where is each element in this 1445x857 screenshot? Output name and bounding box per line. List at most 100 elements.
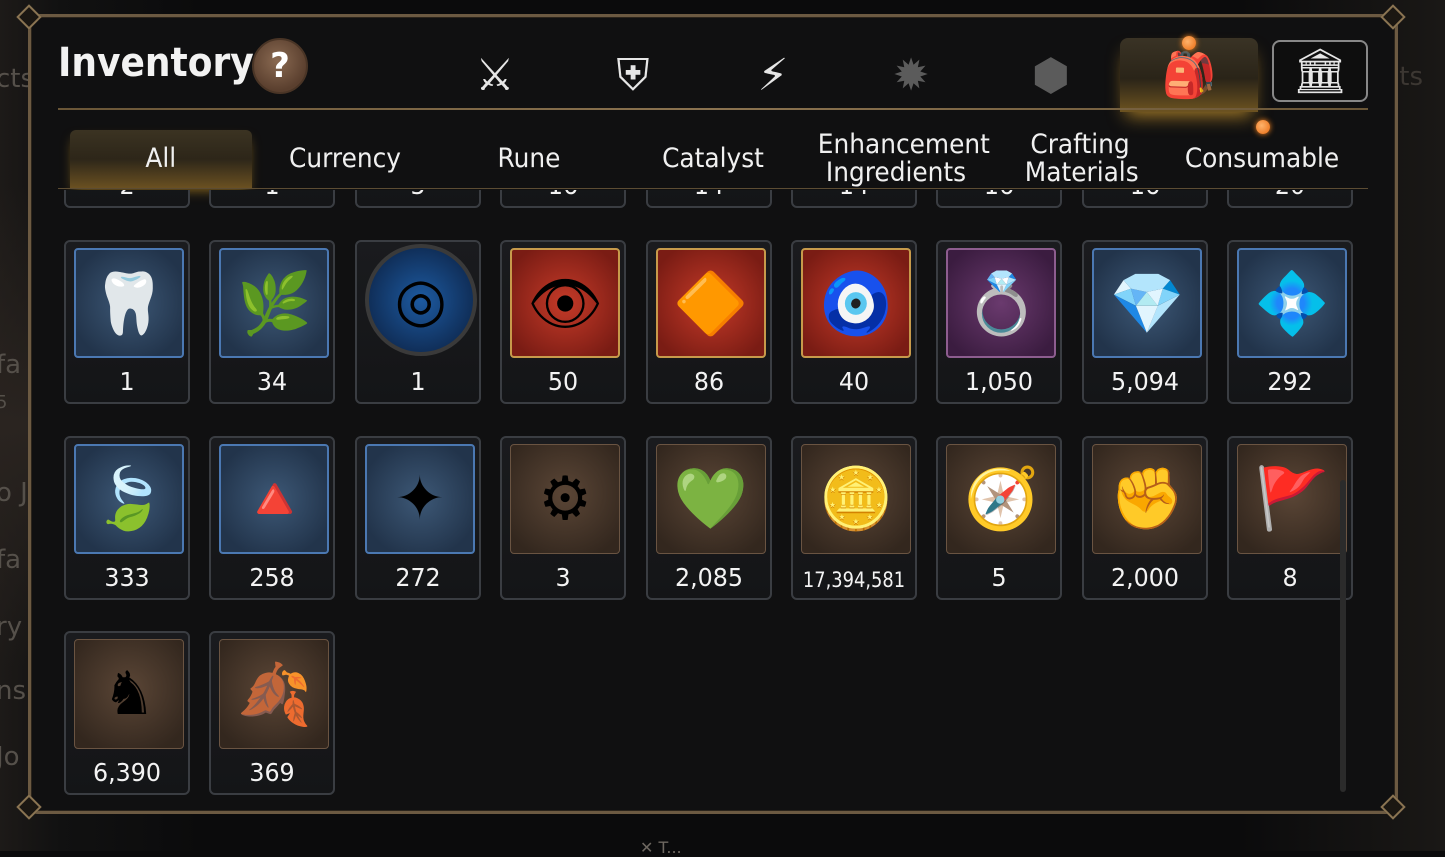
amulet-icon: 🧿 bbox=[801, 248, 911, 358]
item-count: 14 bbox=[796, 190, 912, 200]
item-slot-partial[interactable]: 20 bbox=[1227, 190, 1354, 208]
item-count: 5,094 bbox=[1110, 367, 1179, 396]
item-slot-partial[interactable]: 1 bbox=[209, 190, 336, 208]
green-leaf-icon: 🍃 bbox=[74, 443, 184, 554]
item-count: 6,390 bbox=[92, 758, 161, 787]
item-slot[interactable]: ✦ 272 bbox=[354, 435, 481, 600]
background-bottom-fragment: ✕ T... bbox=[640, 838, 682, 857]
bg-text: 5 bbox=[0, 392, 8, 413]
item-slot[interactable]: ♞ 6,390 bbox=[64, 631, 190, 795]
bg-text: o J bbox=[0, 478, 28, 508]
item-slot[interactable]: 🌿 34 bbox=[209, 240, 336, 404]
item-count: 292 bbox=[1267, 367, 1313, 396]
background-left-fragments: cts fa 5 o J fa ry ns Jo bbox=[0, 0, 34, 851]
item-count: 40 bbox=[838, 367, 870, 396]
item-slot[interactable]: ⚙ 3 bbox=[500, 435, 627, 600]
item-count: 8 bbox=[1282, 562, 1298, 592]
item-count: 20 bbox=[1232, 190, 1348, 200]
item-count: 272 bbox=[395, 562, 441, 592]
help-button[interactable]: ? bbox=[252, 38, 308, 94]
item-slot-partial[interactable]: 5 bbox=[354, 190, 481, 208]
tab-all[interactable]: All bbox=[70, 130, 252, 188]
fang-icon: 🦷 bbox=[74, 248, 184, 358]
item-slot[interactable]: 🍂 369 bbox=[209, 631, 336, 795]
bg-text: fa bbox=[0, 350, 22, 380]
item-slot[interactable]: 🚩 8 bbox=[1227, 435, 1354, 600]
item-slot[interactable]: 🍃 333 bbox=[64, 435, 190, 600]
item-count: 5 bbox=[991, 562, 1007, 592]
fist-emblem-icon: ✊ bbox=[1091, 443, 1202, 554]
category-equipment-button[interactable]: ⚔ bbox=[450, 40, 540, 110]
item-count: 2,000 bbox=[1110, 562, 1179, 592]
star-amulet-icon: ✦ bbox=[364, 443, 475, 554]
item-slot[interactable]: 🧭 5 bbox=[936, 435, 1063, 600]
red-leaf-icon: 🍂 bbox=[219, 639, 330, 749]
item-count: 1 bbox=[119, 367, 135, 396]
item-slot[interactable]: 💎 5,094 bbox=[1081, 240, 1208, 404]
bg-text: Jo bbox=[0, 742, 20, 772]
item-count: 369 bbox=[249, 758, 296, 787]
burst-icon: ✹ bbox=[892, 49, 930, 101]
item-slot[interactable]: 🧿 40 bbox=[791, 240, 917, 404]
ring-icon: 💍 bbox=[946, 248, 1057, 358]
lightning-icon: ⚡ bbox=[757, 49, 789, 101]
rune-disc-icon: ◎ bbox=[364, 244, 477, 356]
item-slot-partial[interactable]: 16 bbox=[500, 190, 627, 208]
tab-label: All bbox=[145, 143, 177, 174]
item-count: 16 bbox=[505, 190, 621, 200]
tab-label: Enhancement Ingredients bbox=[817, 129, 990, 188]
header-divider bbox=[58, 108, 1368, 110]
notification-dot bbox=[1256, 120, 1270, 134]
gold-coin-icon: 🪙 bbox=[801, 443, 911, 554]
item-slot-partial[interactable]: 14 bbox=[645, 190, 772, 208]
notification-dot bbox=[1182, 36, 1196, 50]
green-heart-icon: 💚 bbox=[655, 443, 766, 554]
item-count: 2 bbox=[69, 190, 185, 200]
tab-label: Currency bbox=[289, 143, 401, 174]
item-count: 1 bbox=[214, 190, 330, 200]
stone-compass-icon: 🧭 bbox=[946, 443, 1057, 554]
tab-consumable[interactable]: Consumable bbox=[1183, 130, 1341, 188]
category-inventory-button[interactable]: 🎒 bbox=[1144, 40, 1234, 110]
item-slot-partial[interactable]: 2 bbox=[64, 190, 190, 208]
item-slot[interactable]: ✊ 2,000 bbox=[1081, 435, 1208, 600]
item-slot[interactable]: 🔺 258 bbox=[209, 435, 336, 600]
bg-text: fa bbox=[0, 545, 22, 575]
item-slot[interactable]: 🦷 1 bbox=[64, 240, 190, 404]
item-count: 3 bbox=[555, 562, 571, 592]
item-slot[interactable]: 💍 1,050 bbox=[936, 240, 1063, 404]
tab-label: Rune bbox=[497, 143, 561, 174]
item-count: 14 bbox=[651, 190, 767, 200]
item-slot[interactable]: 💠 292 bbox=[1227, 240, 1354, 404]
tab-crafting-materials[interactable]: Crafting Materials bbox=[1006, 130, 1153, 188]
item-slot-partial[interactable]: 16 bbox=[1081, 190, 1208, 208]
backpack-icon: 🎒 bbox=[1161, 50, 1217, 101]
tab-enhancement-ingredients[interactable]: Enhancement Ingredients bbox=[808, 129, 990, 188]
bg-text: ry bbox=[0, 612, 23, 642]
category-skill-button[interactable]: ⚡ bbox=[728, 40, 818, 110]
question-icon: ? bbox=[270, 46, 290, 86]
tab-rune[interactable]: Rune bbox=[453, 130, 606, 188]
item-slot[interactable]: 👁 50 bbox=[500, 240, 627, 404]
page-title: Inventory bbox=[58, 40, 254, 86]
tab-label: Consumable bbox=[1184, 143, 1340, 174]
category-cube-button[interactable]: ⬢ bbox=[1006, 40, 1096, 110]
item-slot[interactable]: 🪙 17,394,581 bbox=[791, 435, 917, 600]
scrollbar[interactable] bbox=[1340, 480, 1346, 792]
amber-crystal-icon: 🔶 bbox=[655, 248, 766, 358]
item-slot[interactable]: 💚 2,085 bbox=[645, 435, 772, 600]
tab-catalyst[interactable]: Catalyst bbox=[637, 130, 790, 188]
item-slot-partial[interactable]: 14 bbox=[791, 190, 917, 208]
sword-shield-icon: ⚔ bbox=[475, 49, 515, 101]
item-slot-partial[interactable]: 16 bbox=[936, 190, 1063, 208]
item-count: 258 bbox=[249, 562, 296, 592]
category-burst-button[interactable]: ✹ bbox=[866, 40, 956, 110]
war-banner-icon: 🚩 bbox=[1237, 443, 1348, 554]
item-slot[interactable]: 🔶 86 bbox=[645, 240, 772, 404]
category-unequip-button[interactable]: ⛨ bbox=[588, 40, 678, 110]
cube-icon: ⬢ bbox=[1031, 49, 1071, 101]
item-slot[interactable]: ◎ 1 bbox=[354, 240, 481, 404]
ginseng-root-icon: 🌿 bbox=[219, 248, 330, 358]
tab-currency[interactable]: Currency bbox=[269, 130, 422, 188]
item-count: 2,085 bbox=[674, 562, 743, 592]
